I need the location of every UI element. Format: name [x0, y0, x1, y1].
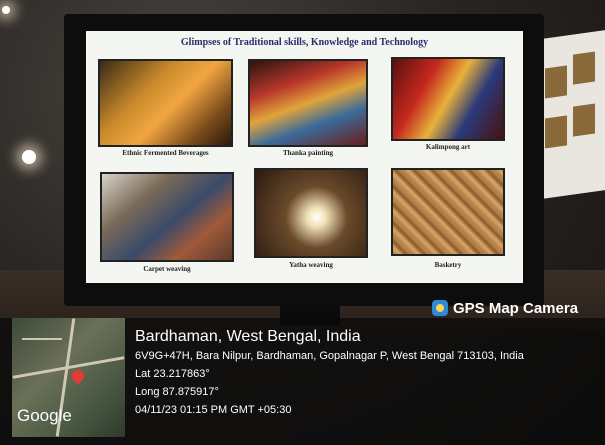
app-name: GPS Map Camera: [453, 299, 579, 317]
kalimpong-photo: [391, 57, 505, 141]
location-address: 6V9G+47H, Bara Nilpur, Bardhaman, Gopaln…: [135, 350, 524, 362]
slide: Glimpses of Traditional skills, Knowledg…: [86, 31, 523, 283]
thanka-photo: [248, 59, 368, 147]
slide-tile: Carpet weaving: [100, 172, 234, 276]
slide-tile: Yatha weaving: [254, 168, 368, 272]
carpet-photo: [100, 172, 234, 262]
camera-pin-icon: [432, 300, 448, 316]
tile-caption: Yatha weaving: [289, 261, 333, 269]
location-lat: Lat 23.217863°: [135, 368, 210, 380]
google-logo: Google: [17, 406, 72, 425]
slide-tile: Ethnic Fermented Beverages: [98, 59, 233, 159]
location-long: Long 87.875917°: [135, 386, 219, 398]
tile-caption: Ethnic Fermented Beverages: [122, 149, 209, 157]
tile-caption: Kalimpong art: [425, 143, 471, 151]
ceiling-light: [22, 150, 36, 164]
app-badge: GPS Map Camera: [432, 298, 578, 318]
slide-tile: Basketry: [391, 168, 505, 272]
wall-projection: [535, 30, 605, 200]
location-datetime: 04/11/23 01:15 PM GMT +05:30: [135, 404, 292, 416]
slide-title: Glimpses of Traditional skills, Knowledg…: [180, 37, 429, 48]
location-city: Bardhaman, West Bengal, India: [135, 328, 361, 345]
map-thumbnail: Google: [12, 318, 125, 437]
beverages-photo: [98, 59, 233, 147]
basketry-photo: [391, 168, 505, 256]
ceiling-light: [2, 6, 10, 14]
tile-caption: Carpet weaving: [143, 265, 191, 273]
map-pin-icon: [69, 367, 87, 385]
tile-caption: Basketry: [434, 261, 462, 269]
slide-tile: Kalimpong art: [391, 57, 505, 157]
tile-caption: Thanka painting: [283, 149, 333, 157]
slide-tile: Thanka painting: [248, 59, 368, 159]
yatha-photo: [254, 168, 368, 258]
